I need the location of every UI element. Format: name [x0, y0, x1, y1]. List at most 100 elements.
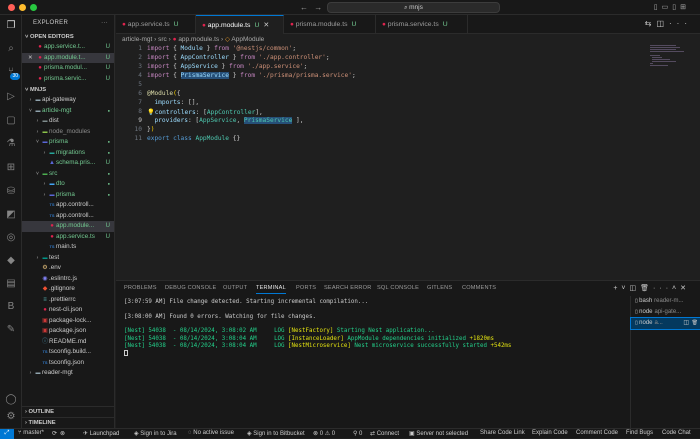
extensions-icon[interactable]: ⊞ — [4, 161, 18, 175]
breadcrumb-item[interactable]: article-mgt — [122, 36, 152, 43]
breadcrumb-item[interactable]: src — [158, 36, 167, 43]
bitbucket-status[interactable]: ◈ Sign in to Bitbucket — [247, 430, 305, 437]
file-item[interactable]: ▣package.json — [22, 326, 114, 337]
bitbucket-icon[interactable]: B — [4, 300, 18, 314]
folder-item[interactable]: › ▬ prisma ● — [22, 190, 114, 201]
file-item[interactable]: ◆ .gitignore — [22, 284, 114, 295]
toggle-panel-icon[interactable]: ▭ — [662, 4, 673, 11]
close-window-dot[interactable] — [8, 4, 15, 11]
explain-code-button[interactable]: Explain Code — [532, 430, 568, 436]
folder-item[interactable]: › ▬ dist — [22, 116, 114, 127]
file-item[interactable]: TSapp.controll... — [22, 211, 114, 222]
terminal-instance[interactable]: ▯ node api-gate... — [631, 307, 700, 318]
file-item[interactable]: TSapp.controll... — [22, 200, 114, 211]
file-item[interactable]: ≡ .prettierrc — [22, 295, 114, 306]
editor-tab[interactable]: ● prisma.service.ts U — [376, 15, 468, 34]
open-editor-item[interactable]: ● prisma.servic... U — [22, 74, 114, 85]
maximize-panel-icon[interactable]: ˄ — [672, 285, 680, 292]
file-item[interactable]: ● app.service.ts U — [22, 232, 114, 243]
docker-icon[interactable]: ◩ — [4, 208, 18, 222]
panel-tab-gitlens[interactable]: GITLENS — [427, 285, 452, 291]
split-terminal-icon[interactable]: ◫ — [630, 285, 641, 292]
folder-item[interactable]: ˅ ▬ prisma ● — [22, 137, 114, 148]
file-item[interactable]: ⓘREADME.md — [22, 337, 114, 348]
folder-item[interactable]: › ▬ dto ● — [22, 179, 114, 190]
kill-terminal-icon[interactable]: 🗑 — [640, 285, 653, 292]
timeline-header[interactable]: › TIMELINE — [22, 417, 114, 427]
toggle-sidebar-icon[interactable]: ▯ — [654, 4, 662, 11]
command-center-search[interactable]: ⌕ mnjs — [327, 2, 500, 13]
zoom-window-dot[interactable] — [30, 4, 37, 11]
close-tab-icon[interactable]: ✕ — [263, 22, 269, 29]
code-chat-button[interactable]: Code Chat — [662, 430, 691, 436]
breadcrumb-item[interactable]: app.module.ts — [178, 36, 219, 43]
outline-header[interactable]: › OUTLINE — [22, 406, 114, 416]
file-item[interactable]: ◉.eslintrc.js — [22, 274, 114, 285]
open-editor-item[interactable]: ✕ ● app.module.t... U — [22, 52, 114, 64]
panel-tab-sql-console[interactable]: SQL CONSOLE — [377, 285, 419, 291]
folder-item[interactable]: ˅ ▬ src ● — [22, 169, 114, 180]
issue-status[interactable]: ◌ No active issue — [188, 430, 234, 436]
explorer-icon[interactable]: ❐ — [4, 19, 18, 33]
panel-tab-output[interactable]: OUTPUT — [223, 285, 247, 291]
toggle-secondary-sidebar-icon[interactable]: ▯ — [672, 4, 680, 11]
problems-status[interactable]: ⊗ 0 ⚠ 0 — [313, 430, 335, 437]
find-bugs-button[interactable]: Find Bugs — [626, 430, 653, 436]
chat-icon[interactable]: ✎ — [4, 323, 18, 337]
customize-layout-icon[interactable]: ⊞ — [680, 4, 690, 11]
source-control-icon[interactable]: ⑂ 30 — [4, 65, 20, 80]
more-actions-icon[interactable]: ··· — [669, 19, 692, 28]
open-editors-header[interactable]: ˅ OPEN EDITORS — [22, 32, 114, 42]
run-debug-icon[interactable]: ▷ — [4, 90, 18, 104]
open-editor-item[interactable]: ● prisma.modul... U — [22, 63, 114, 74]
python-icon[interactable]: ◆ — [4, 254, 18, 268]
split-editor-icon[interactable]: ◫ — [656, 19, 669, 28]
close-icon[interactable]: ✕ — [28, 53, 36, 64]
folder-item[interactable]: › ▬ api-gateway — [22, 95, 114, 106]
server-status[interactable]: ▣ Server not selected — [409, 430, 468, 437]
code-editor[interactable]: 1 2 3 4 5 6 7 8 9 10 11 import { Module } from '@n… — [116, 45, 700, 280]
panel-tab-ports[interactable]: PORTS — [296, 285, 316, 291]
folder-item[interactable]: ˅ ▬ article-mgt ● — [22, 106, 114, 117]
container-icon[interactable]: ▤ — [4, 277, 18, 291]
terminal-dropdown-icon[interactable]: ˅ — [621, 285, 629, 292]
sync-error-icon[interactable]: ⊗ — [60, 430, 65, 437]
launchpad-status[interactable]: ✈ Launchpad — [83, 430, 119, 437]
comment-code-button[interactable]: Comment Code — [576, 430, 618, 436]
terminal-instance[interactable]: ▯ node a... ◫ 🗑 — [630, 317, 700, 330]
settings-gear-icon[interactable]: ⚙ — [4, 410, 18, 424]
editor-tab[interactable]: ● prisma.module.ts U — [284, 15, 376, 34]
gitlens-icon[interactable]: ◎ — [4, 231, 18, 245]
minimize-window-dot[interactable] — [19, 4, 26, 11]
folder-item[interactable]: › ▬ migrations ● — [22, 148, 114, 159]
nav-forward-icon[interactable]: → — [314, 3, 322, 12]
accounts-icon[interactable]: ◯ — [4, 393, 18, 407]
connect-status[interactable]: ⇄ Connect — [370, 430, 399, 437]
breadcrumb-item[interactable]: AppModule — [231, 36, 264, 43]
close-panel-icon[interactable]: ✕ — [680, 285, 690, 292]
panel-tab-problems[interactable]: PROBLEMS — [124, 285, 157, 291]
panel-tab-terminal[interactable]: TERMINAL — [256, 285, 286, 294]
file-item[interactable]: ⚙.env — [22, 263, 114, 274]
file-item[interactable]: ● nest-cli.json — [22, 305, 114, 316]
remote-explorer-icon[interactable]: ▢ — [4, 114, 18, 128]
more-actions-icon[interactable]: ··· — [101, 15, 108, 32]
open-editor-item[interactable]: ● app.service.t... U — [22, 42, 114, 53]
workspace-header[interactable]: ˅ MNJS — [22, 85, 114, 95]
nav-back-icon[interactable]: ← — [300, 3, 308, 12]
share-code-link-button[interactable]: Share Code Link — [480, 430, 525, 436]
sync-icon[interactable]: ⟳ — [52, 430, 57, 437]
ports-status[interactable]: ⚲ 0 — [353, 430, 362, 437]
panel-tab-search-error[interactable]: SEARCH ERROR — [324, 285, 371, 291]
compare-icon[interactable]: ⇆ — [645, 19, 657, 28]
more-icon[interactable]: ··· — [653, 285, 672, 292]
panel-tab-comments[interactable]: COMMENTS — [462, 285, 496, 291]
kill-terminal-icon[interactable]: 🗑 — [692, 318, 698, 329]
file-item[interactable]: TStsconfig.json — [22, 358, 114, 369]
file-item[interactable]: ● app.module... U — [22, 221, 114, 232]
terminal-instance[interactable]: ▯ bash reader-m... — [631, 296, 700, 307]
split-terminal-icon[interactable]: ◫ — [683, 318, 689, 329]
file-item[interactable]: ▣package-lock... — [22, 316, 114, 327]
folder-item[interactable]: › ▬ test — [22, 253, 114, 264]
branch-status[interactable]: ⑂ master* — [18, 430, 44, 436]
